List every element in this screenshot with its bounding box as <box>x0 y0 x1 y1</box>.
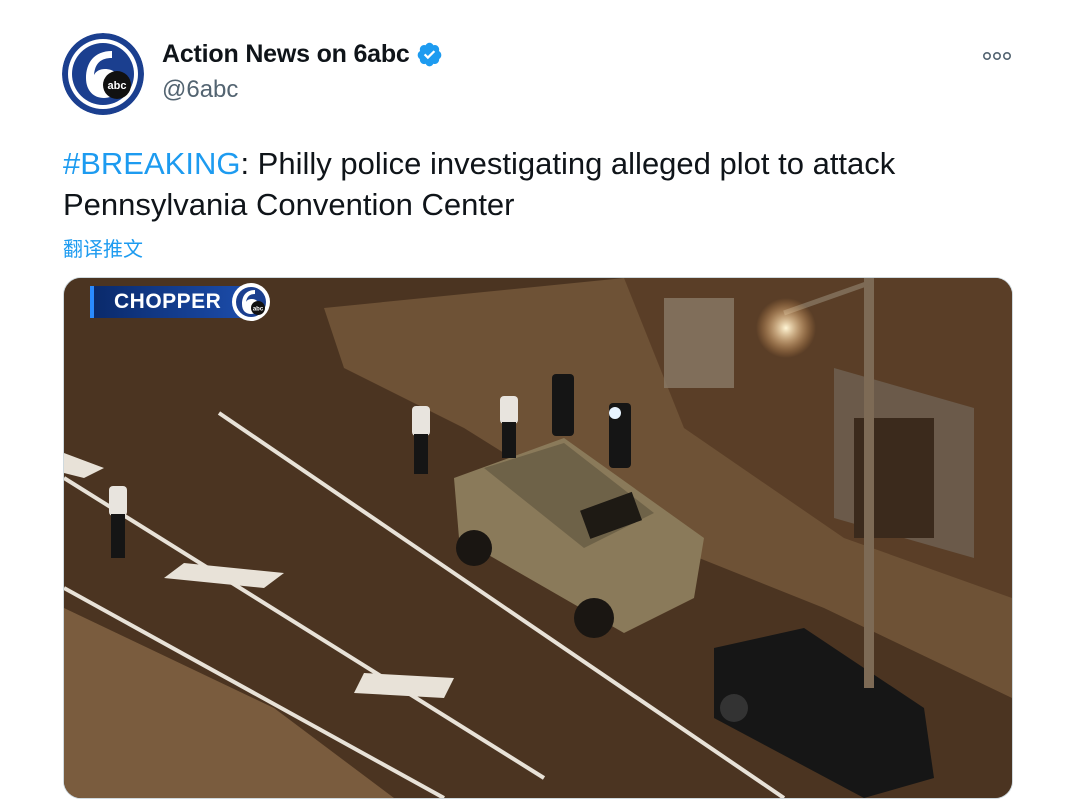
avatar[interactable]: abc <box>62 33 144 115</box>
tweet-media-image[interactable]: CHOPPER abc <box>63 277 1013 799</box>
aerial-street-scene <box>64 278 1012 798</box>
translate-tweet-link[interactable]: 翻译推文 <box>63 233 143 262</box>
chopper-overlay-badge: CHOPPER abc <box>90 283 271 321</box>
overlay-logo-text: abc <box>253 307 264 313</box>
more-options-button[interactable] <box>980 44 1014 68</box>
tweet-text: #BREAKING: Philly police investigating a… <box>63 143 1023 225</box>
svg-text:abc: abc <box>108 80 127 92</box>
6abc-overlay-logo-icon: abc <box>232 283 271 321</box>
handle[interactable]: @6abc <box>162 76 238 104</box>
verified-badge-icon <box>417 42 441 67</box>
hashtag-link[interactable]: #BREAKING <box>63 146 240 181</box>
6abc-logo-icon: abc <box>62 33 144 115</box>
more-options-icon <box>982 51 1011 61</box>
display-name[interactable]: Action News on 6abc <box>162 40 410 69</box>
name-row: Action News on 6abc <box>162 40 443 69</box>
